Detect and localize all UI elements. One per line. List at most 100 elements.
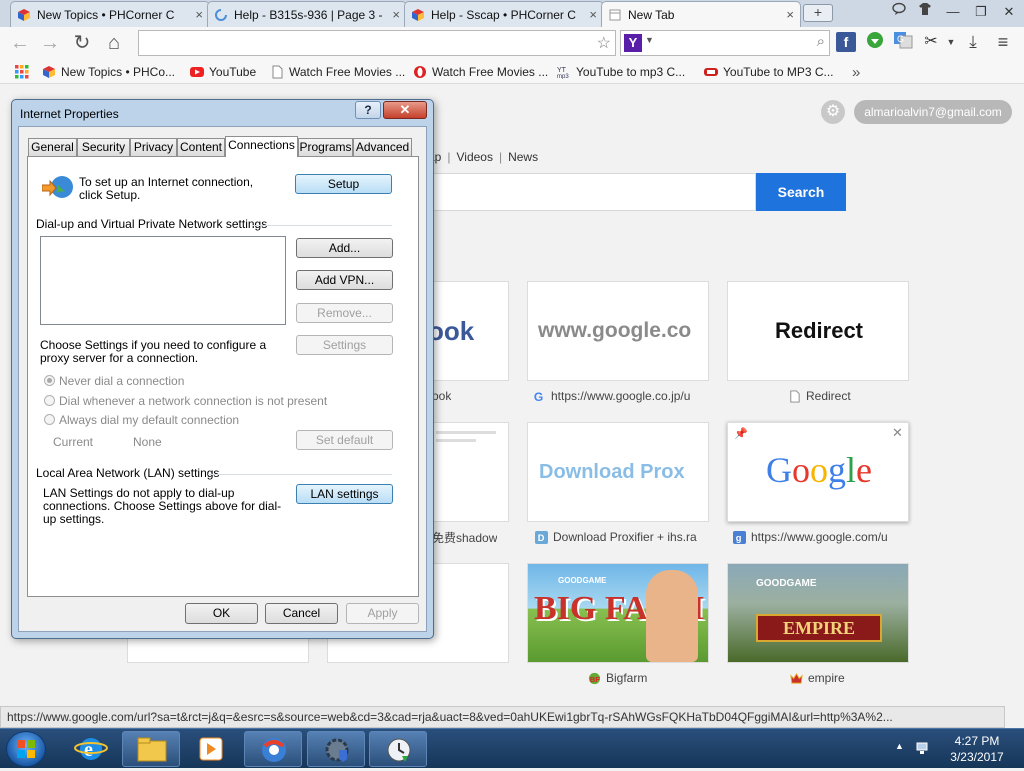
- bookmark-watch-movies-1[interactable]: Watch Free Movies ...: [270, 63, 405, 81]
- lan-settings-button[interactable]: LAN settings: [296, 484, 393, 504]
- tile-caption[interactable]: BF Bigfarm: [588, 670, 647, 686]
- profile-icon[interactable]: [888, 2, 910, 22]
- tile-caption[interactable]: g https://www.google.com/u: [733, 529, 905, 545]
- most-visited-tile[interactable]: Redirect: [727, 281, 909, 381]
- facebook-icon[interactable]: f: [836, 32, 856, 52]
- crown-icon: [790, 672, 803, 684]
- bookmarks-overflow-button[interactable]: »: [852, 63, 860, 81]
- menu-icon[interactable]: ≡: [992, 31, 1014, 53]
- search-icon[interactable]: ⌕: [817, 33, 825, 50]
- adblock-icon[interactable]: [864, 31, 886, 53]
- cut-icon[interactable]: ✂: [920, 31, 942, 53]
- apps-icon[interactable]: [14, 63, 30, 81]
- setup-button[interactable]: Setup: [295, 174, 392, 194]
- help-button[interactable]: ?: [355, 101, 381, 119]
- download-icon[interactable]: ⤓: [962, 31, 984, 53]
- tab-help-sscap[interactable]: Help - Sscap • PHCorner C ×: [404, 1, 604, 27]
- back-button[interactable]: ←: [8, 31, 32, 55]
- tab-help-b315s[interactable]: Help - B315s-936 | Page 3 - ×: [207, 1, 407, 27]
- tshirt-icon[interactable]: [914, 2, 936, 22]
- radio-label: Dial whenever a network connection is no…: [59, 394, 328, 408]
- search-button[interactable]: Search: [756, 173, 846, 211]
- most-visited-tile[interactable]: BIG FARM GOODGAME: [527, 563, 709, 663]
- most-visited-tile[interactable]: GOODGAME EMPIRE: [727, 563, 909, 663]
- settings-button[interactable]: Settings: [296, 335, 393, 355]
- taskbar-explorer[interactable]: [122, 731, 180, 767]
- forward-button[interactable]: →: [38, 31, 62, 55]
- bookmark-youtube-mp3[interactable]: YT mp3 YouTube to mp3 C...: [557, 63, 685, 81]
- gear-icon[interactable]: ⚙: [821, 100, 845, 124]
- add-button[interactable]: Add...: [296, 238, 393, 258]
- account-chip[interactable]: almarioalvin7@gmail.com: [854, 100, 1012, 124]
- tab-security[interactable]: Security: [77, 138, 130, 156]
- tab-close-icon[interactable]: ×: [786, 7, 794, 22]
- radio-always-dial[interactable]: [44, 414, 55, 425]
- translate-icon[interactable]: G: [892, 31, 914, 53]
- chevron-down-icon[interactable]: ▼: [645, 35, 654, 45]
- new-tab-button[interactable]: +: [803, 4, 833, 22]
- tile-caption[interactable]: Redirect: [788, 388, 851, 404]
- taskbar-ie[interactable]: e: [62, 731, 120, 767]
- tab-close-icon[interactable]: ×: [392, 7, 400, 22]
- tab-content[interactable]: Content: [177, 138, 225, 156]
- most-visited-tile[interactable]: 📌 ✕ Google: [727, 422, 909, 522]
- connections-list[interactable]: [40, 236, 286, 325]
- most-visited-tile[interactable]: www.google.co: [527, 281, 709, 381]
- ok-button[interactable]: OK: [185, 603, 258, 624]
- radio-dial-whenever[interactable]: [44, 395, 55, 406]
- bookmark-watch-movies-2[interactable]: Watch Free Movies ...: [413, 63, 548, 81]
- tab-privacy[interactable]: Privacy: [130, 138, 177, 156]
- tab-new-topics[interactable]: New Topics • PHCorner C ×: [10, 1, 210, 27]
- tab-connections[interactable]: Connections: [225, 136, 298, 157]
- clock-time[interactable]: 4:27 PM: [937, 734, 1017, 748]
- taskbar-chrome[interactable]: [244, 731, 302, 767]
- minimize-button[interactable]: —: [942, 2, 964, 22]
- tab-general[interactable]: General: [28, 138, 77, 156]
- most-visited-tile[interactable]: Download Prox: [527, 422, 709, 522]
- tab-new-tab[interactable]: New Tab ×: [601, 1, 801, 27]
- search-box[interactable]: Y ▼ ⌕: [620, 30, 830, 56]
- tile-caption[interactable]: D Download Proxifier + ihs.ra: [535, 529, 703, 545]
- add-vpn-button[interactable]: Add VPN...: [296, 270, 393, 290]
- yahoo-icon[interactable]: Y: [624, 34, 642, 52]
- divider: [252, 225, 392, 226]
- pin-icon[interactable]: 📌: [734, 427, 748, 440]
- nav-link-videos[interactable]: Videos: [456, 150, 492, 164]
- start-button[interactable]: [6, 731, 46, 767]
- tile-caption[interactable]: empire: [790, 670, 845, 686]
- reload-button[interactable]: ↻: [70, 31, 94, 55]
- taskbar-media[interactable]: [182, 731, 240, 767]
- bookmark-youtube[interactable]: YouTube: [190, 63, 256, 81]
- set-default-button[interactable]: Set default: [296, 430, 393, 450]
- window-close-button[interactable]: ✕: [998, 2, 1020, 22]
- tab-close-icon[interactable]: ×: [589, 7, 597, 22]
- network-icon[interactable]: [915, 741, 931, 757]
- nav-separator: |: [498, 150, 503, 164]
- taskbar-update[interactable]: [369, 731, 427, 767]
- tray-arrow-icon[interactable]: ▲: [895, 741, 904, 751]
- dialog-close-button[interactable]: ✕: [383, 101, 427, 119]
- tile-caption[interactable]: 免费shadow: [432, 529, 497, 545]
- close-icon[interactable]: ✕: [892, 425, 903, 441]
- apply-button[interactable]: Apply: [346, 603, 419, 624]
- tile-caption[interactable]: G https://www.google.co.jp/u: [533, 388, 703, 404]
- tab-programs[interactable]: Programs: [298, 138, 353, 156]
- restore-button[interactable]: ❐: [970, 2, 992, 22]
- tile-caption[interactable]: ook: [432, 388, 451, 404]
- star-icon[interactable]: ☆: [597, 33, 611, 53]
- address-bar[interactable]: ☆: [138, 30, 616, 56]
- bookmark-phcorner[interactable]: New Topics • PHCo...: [42, 63, 175, 81]
- taskbar-settings[interactable]: [307, 731, 365, 767]
- bookmark-youtube-to-mp3[interactable]: YouTube to MP3 C...: [704, 63, 834, 81]
- connections-panel: To set up an Internet connection, click …: [27, 156, 419, 597]
- nav-link-news[interactable]: News: [508, 150, 538, 164]
- tab-close-icon[interactable]: ×: [195, 7, 203, 22]
- home-button[interactable]: ⌂: [102, 31, 126, 55]
- cancel-button[interactable]: Cancel: [265, 603, 338, 624]
- radio-never-dial[interactable]: [44, 375, 55, 386]
- remove-button[interactable]: Remove...: [296, 303, 393, 323]
- search-input[interactable]: [420, 173, 756, 211]
- tab-advanced[interactable]: Advanced: [353, 138, 412, 156]
- clock-date[interactable]: 3/23/2017: [937, 750, 1017, 764]
- chevron-down-icon[interactable]: ▼: [940, 31, 962, 53]
